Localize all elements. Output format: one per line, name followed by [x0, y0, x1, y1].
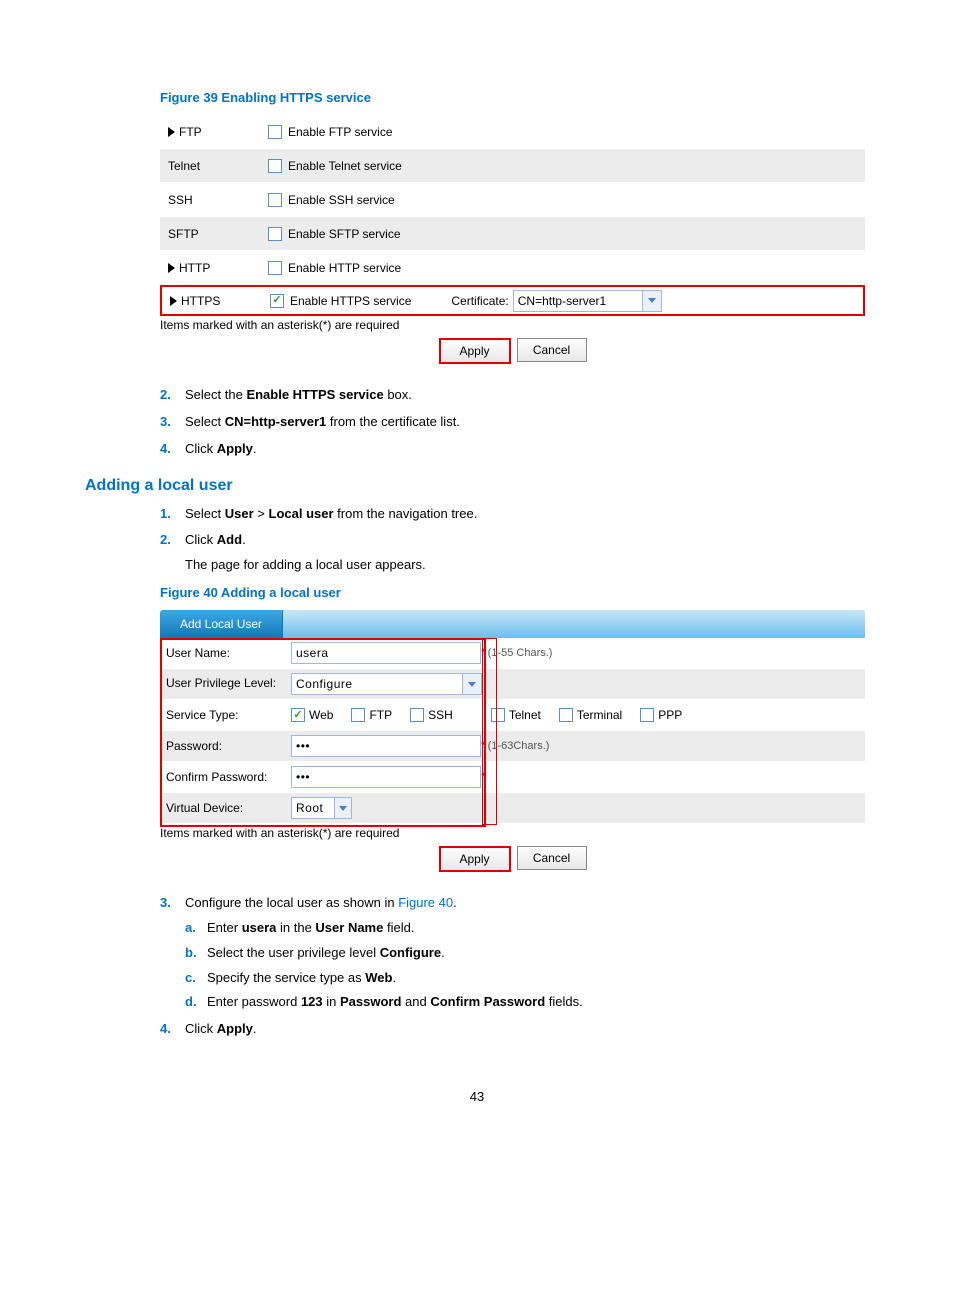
- label-https: HTTPS: [181, 294, 220, 308]
- step-3: 3.Select CN=http-server1 from the certif…: [160, 413, 869, 432]
- row-http: HTTP Enable HTTP service: [160, 251, 865, 285]
- apply-button[interactable]: Apply: [439, 338, 511, 364]
- button-row: Apply Cancel: [160, 338, 865, 364]
- label-http: HTTP: [179, 261, 210, 275]
- chevron-down-icon: [648, 298, 656, 303]
- expand-icon[interactable]: [170, 296, 177, 306]
- checkbox-label: Enable FTP service: [288, 125, 393, 139]
- tab-strip: Add Local User: [160, 610, 865, 638]
- checkbox-label: Enable HTTP service: [288, 261, 401, 275]
- button-row: Apply Cancel: [160, 846, 865, 872]
- dropdown-icon[interactable]: [643, 290, 662, 312]
- expand-icon[interactable]: [168, 127, 175, 137]
- steps-list-a: 2.Select the Enable HTTPS service box. 3…: [160, 386, 869, 459]
- required-note: Items marked with an asterisk(*) are req…: [160, 826, 865, 840]
- figure40: Add Local User User Name: usera *(1-55 C…: [160, 610, 865, 872]
- checkbox-telnet[interactable]: [268, 159, 282, 173]
- step-2: 2.Select the Enable HTTPS service box.: [160, 386, 869, 405]
- substeps: a.Enter usera in the User Name field. b.…: [185, 919, 869, 1012]
- checkbox-ftp[interactable]: [268, 125, 282, 139]
- steps-list-b: 1.Select User > Local user from the navi…: [160, 505, 869, 576]
- certificate-select[interactable]: CN=http-server1: [513, 290, 643, 312]
- label-telnet: Telnet: [168, 159, 200, 173]
- figure39: FTP Enable FTP service Telnet Enable Tel…: [160, 115, 865, 364]
- checkbox-https[interactable]: [270, 294, 284, 308]
- row-ftp: FTP Enable FTP service: [160, 115, 865, 149]
- step-b1: 1.Select User > Local user from the navi…: [160, 505, 869, 524]
- checkbox-terminal[interactable]: [559, 708, 573, 722]
- page: Figure 39 Enabling HTTPS service FTP Ena…: [0, 0, 954, 1164]
- figure39-caption: Figure 39 Enabling HTTPS service: [160, 90, 869, 105]
- checkbox-ppp[interactable]: [640, 708, 654, 722]
- checkbox-label: Enable Telnet service: [288, 159, 402, 173]
- step-c4: 4.Click Apply.: [160, 1020, 869, 1039]
- label-sftp: SFTP: [168, 227, 199, 241]
- label-ftp: FTP: [179, 125, 202, 139]
- step-4: 4.Click Apply.: [160, 440, 869, 459]
- step-c3: 3.Configure the local user as shown in F…: [160, 894, 869, 1012]
- cancel-button[interactable]: Cancel: [517, 846, 587, 870]
- steps-list-c: 3.Configure the local user as shown in F…: [160, 894, 869, 1039]
- row-ssh: SSH Enable SSH service: [160, 183, 865, 217]
- substep-d: d.Enter password 123 in Password and Con…: [185, 993, 869, 1012]
- figure-link[interactable]: Figure 40: [398, 895, 453, 910]
- checkbox-label: Enable HTTPS service: [290, 294, 411, 308]
- checkbox-ssh[interactable]: [268, 193, 282, 207]
- cancel-button[interactable]: Cancel: [517, 338, 587, 362]
- checkbox-http[interactable]: [268, 261, 282, 275]
- highlight-box-right: [482, 638, 497, 825]
- required-note: Items marked with an asterisk(*) are req…: [160, 318, 865, 332]
- checkbox-label: Enable SSH service: [288, 193, 395, 207]
- step-b2: 2.Click Add. The page for adding a local…: [160, 531, 869, 575]
- figure40-caption: Figure 40 Adding a local user: [160, 585, 869, 600]
- substep-a: a.Enter usera in the User Name field.: [185, 919, 869, 938]
- username-hint: (1-55 Chars.): [488, 647, 553, 659]
- expand-icon[interactable]: [168, 263, 175, 273]
- highlight-box-left: [160, 638, 486, 827]
- label-ssh: SSH: [168, 193, 193, 207]
- substep-c: c.Specify the service type as Web.: [185, 969, 869, 988]
- step-b2-detail: The page for adding a local user appears…: [185, 556, 869, 575]
- row-https: HTTPS Enable HTTPS service Certificate: …: [160, 285, 865, 316]
- checkbox-sftp[interactable]: [268, 227, 282, 241]
- row-sftp: SFTP Enable SFTP service: [160, 217, 865, 251]
- substep-b: b.Select the user privilege level Config…: [185, 944, 869, 963]
- checkbox-label: Enable SFTP service: [288, 227, 401, 241]
- certificate-label: Certificate:: [451, 294, 508, 308]
- row-telnet: Telnet Enable Telnet service: [160, 149, 865, 183]
- tab-add-local-user[interactable]: Add Local User: [160, 610, 283, 638]
- page-number: 43: [85, 1089, 869, 1104]
- heading-adding-local-user: Adding a local user: [85, 477, 869, 495]
- apply-button[interactable]: Apply: [439, 846, 511, 872]
